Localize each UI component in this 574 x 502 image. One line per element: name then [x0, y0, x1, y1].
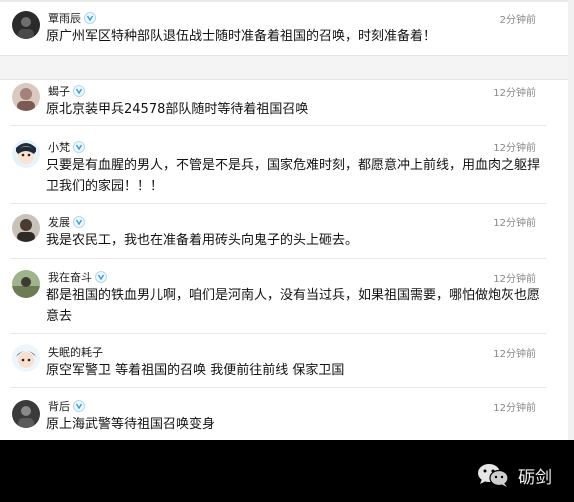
comment-item: 失眠的耗子 12分钟前 原空军警卫 等着祖国的召唤 我便前往前线 保家卫国	[0, 334, 574, 388]
verified-icon	[73, 400, 85, 412]
comment-time: 12分钟前	[493, 218, 536, 229]
user-avatar[interactable]	[12, 344, 40, 372]
comment-item: 发展 12分钟前 我是农民工，我也在准备着用砖头向鬼子的头上砸去。	[0, 204, 574, 259]
comment-username[interactable]: 我在奋斗	[48, 269, 107, 285]
username-text[interactable]: 背后	[48, 398, 70, 414]
comment-username[interactable]: 蝎子	[48, 83, 85, 99]
wechat-icon	[478, 464, 509, 487]
comment-text: 原空军警卫 等着祖国的召唤 我便前往前线 保家卫国	[46, 363, 345, 378]
verified-icon	[95, 271, 107, 283]
comment-time: 12分钟前	[493, 349, 536, 360]
verified-icon	[73, 216, 85, 228]
comment-text: 都是祖国的铁血男儿啊，咱们是河南人，没有当过兵，如果祖国需要，哪怕做炮灰也愿意去	[46, 288, 541, 324]
verified-icon	[84, 12, 96, 24]
comment-item: 覃雨辰 2分钟前 原广州军区特种部队退伍战士随时准备着祖国的召唤，时刻准备着！	[0, 2, 574, 55]
comment-username[interactable]: 背后	[48, 398, 85, 414]
comment-item: 背后 12分钟前 原上海武警等待祖国召唤变身	[0, 388, 574, 440]
username-text[interactable]: 我在奋斗	[48, 269, 92, 285]
verified-icon	[73, 85, 85, 97]
user-avatar[interactable]	[12, 140, 40, 168]
user-avatar[interactable]	[12, 270, 40, 298]
comment-username[interactable]: 发展	[48, 214, 85, 230]
section-gap	[0, 55, 574, 80]
username-text[interactable]: 小梵	[48, 139, 70, 155]
brand-name: 砺剑	[518, 467, 552, 488]
comment-time: 12分钟前	[493, 274, 536, 285]
comment-item: 蝎子 12分钟前 原北京装甲兵24578部队随时等待着祖国召唤	[0, 79, 574, 126]
user-avatar[interactable]	[12, 214, 40, 242]
user-avatar[interactable]	[12, 400, 40, 428]
user-avatar[interactable]	[12, 11, 40, 39]
user-avatar[interactable]	[12, 83, 40, 111]
comment-item: 我在奋斗 12分钟前 都是祖国的铁血男儿啊，咱们是河南人，没有当过兵，如果祖国需…	[0, 259, 574, 334]
scroll-edge	[568, 0, 574, 440]
comment-time: 12分钟前	[493, 403, 536, 414]
comment-text: 原广州军区特种部队退伍战士随时准备着祖国的召唤，时刻准备着！	[46, 29, 437, 44]
comment-text: 只要是有血腥的男人，不管是不是兵，国家危难时刻，都愿意冲上前线，用血肉之躯捍卫我…	[46, 158, 541, 194]
verified-icon	[73, 141, 85, 153]
comment-text: 我是农民工，我也在准备着用砖头向鬼子的头上砸去。	[46, 233, 359, 248]
comment-time: 2分钟前	[499, 15, 536, 26]
comment-time: 12分钟前	[493, 143, 536, 154]
comment-username[interactable]: 失眠的耗子	[48, 344, 103, 360]
username-text[interactable]: 失眠的耗子	[48, 344, 103, 360]
username-text[interactable]: 覃雨辰	[48, 10, 81, 26]
comment-username[interactable]: 覃雨辰	[48, 10, 96, 26]
watermark-bar: 砺剑	[0, 440, 574, 502]
comment-feed: 覃雨辰 2分钟前 原广州军区特种部队退伍战士随时准备着祖国的召唤，时刻准备着！ …	[0, 0, 574, 440]
comment-username[interactable]: 小梵	[48, 139, 85, 155]
comment-time: 12分钟前	[493, 88, 536, 99]
comment-text: 原上海武警等待祖国召唤变身	[46, 417, 216, 432]
brand-watermark: 砺剑	[476, 462, 552, 488]
comment-text: 原北京装甲兵24578部队随时等待着祖国召唤	[46, 102, 309, 117]
comment-item: 小梵 12分钟前 只要是有血腥的男人，不管是不是兵，国家危难时刻，都愿意冲上前线…	[0, 126, 574, 204]
username-text[interactable]: 发展	[48, 214, 70, 230]
username-text[interactable]: 蝎子	[48, 83, 70, 99]
